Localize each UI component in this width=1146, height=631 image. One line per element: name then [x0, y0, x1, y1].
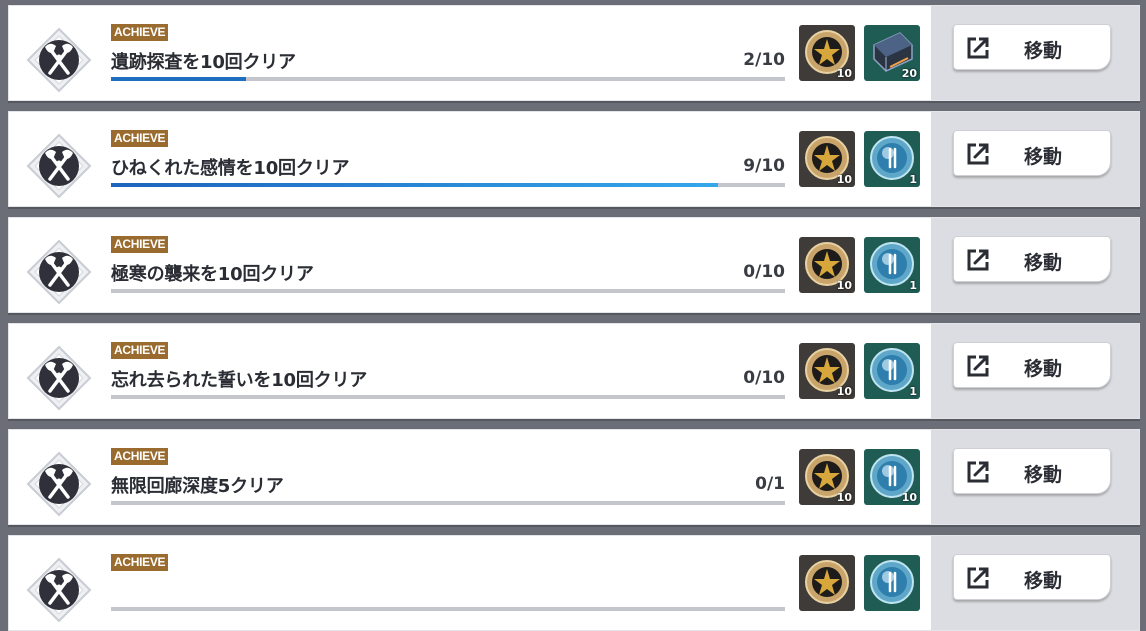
progress-count: 2/10 — [743, 50, 785, 70]
move-button[interactable]: 移動 — [953, 24, 1111, 70]
achieve-tag: ACHIEVE — [111, 236, 169, 253]
move-button[interactable]: 移動 — [953, 448, 1111, 494]
reward-quantity: 10 — [836, 173, 852, 186]
move-button-label: 移動 — [1024, 252, 1063, 274]
reward-quantity: 10 — [836, 67, 852, 80]
crossed-axes-icon — [26, 133, 92, 199]
reward-item[interactable]: 10 — [799, 449, 855, 505]
crossed-axes-icon — [26, 345, 92, 411]
external-link-icon — [967, 567, 989, 589]
achievement-info: ACHIEVE 忘れ去られた誓いを10回クリア 0/10 10 1 — [13, 328, 933, 416]
achievement-info: ACHIEVE — [13, 540, 933, 628]
achievement-row: ACHIEVE 遺跡探査を10回クリア 2/10 10 20 移動 — [8, 5, 1140, 101]
achievement-row: ACHIEVE 移動 — [8, 535, 1140, 631]
reward-item[interactable]: 10 — [799, 131, 855, 187]
external-link-icon — [967, 143, 989, 165]
action-area: 移動 — [931, 6, 1139, 100]
progress-count: 9/10 — [743, 156, 785, 176]
achieve-tag: ACHIEVE — [111, 24, 169, 41]
reward-quantity: 10 — [836, 385, 852, 398]
crossed-axes-icon — [26, 451, 92, 517]
progress-bar — [111, 395, 785, 399]
move-button-label: 移動 — [1024, 358, 1063, 380]
reward-item[interactable]: 1 — [864, 131, 920, 187]
move-button-label: 移動 — [1024, 464, 1063, 486]
reward-quantity: 20 — [901, 67, 917, 80]
action-area: 移動 — [931, 112, 1139, 206]
reward-quantity: 10 — [836, 279, 852, 292]
gold-coin-icon — [805, 560, 849, 604]
external-link-icon — [967, 355, 989, 377]
reward-item[interactable]: 1 — [864, 343, 920, 399]
achievement-row: ACHIEVE 無限回廊深度5クリア 0/1 10 10 移動 — [8, 429, 1140, 525]
reward-item[interactable]: 10 — [799, 237, 855, 293]
external-link-icon — [967, 249, 989, 271]
achievement-title: 無限回廊深度5クリア — [111, 476, 284, 497]
reward-quantity: 1 — [909, 385, 917, 398]
move-button-label: 移動 — [1024, 570, 1063, 592]
achieve-tag: ACHIEVE — [111, 448, 169, 465]
progress-bar — [111, 501, 785, 505]
achieve-tag: ACHIEVE — [111, 554, 169, 571]
achievement-info: ACHIEVE 極寒の襲来を10回クリア 0/10 10 1 — [13, 222, 933, 310]
progress-count: 0/10 — [743, 368, 785, 388]
achieve-tag: ACHIEVE — [111, 130, 169, 147]
achievement-title: 忘れ去られた誓いを10回クリア — [111, 370, 368, 391]
progress-bar-fill — [111, 77, 246, 81]
achievement-row: ACHIEVE ひねくれた感情を10回クリア 9/10 10 1 移動 — [8, 111, 1140, 207]
reward-item[interactable]: 10 — [799, 25, 855, 81]
action-area: 移動 — [931, 324, 1139, 418]
action-area: 移動 — [931, 430, 1139, 524]
move-button[interactable]: 移動 — [953, 342, 1111, 388]
achievement-info: ACHIEVE 遺跡探査を10回クリア 2/10 10 20 — [13, 10, 933, 98]
achievement-title: ひねくれた感情を10回クリア — [111, 158, 350, 179]
action-area: 移動 — [931, 218, 1139, 312]
blue-orb-icon — [870, 560, 914, 604]
crossed-axes-icon — [26, 557, 92, 623]
achievement-row: ACHIEVE 忘れ去られた誓いを10回クリア 0/10 10 1 移動 — [8, 323, 1140, 419]
move-button[interactable]: 移動 — [953, 554, 1111, 600]
reward-quantity: 1 — [909, 279, 917, 292]
move-button[interactable]: 移動 — [953, 236, 1111, 282]
reward-quantity: 1 — [909, 173, 917, 186]
progress-bar-fill — [111, 183, 718, 187]
external-link-icon — [967, 461, 989, 483]
progress-bar — [111, 183, 785, 187]
crossed-axes-icon — [26, 239, 92, 305]
crossed-axes-icon — [26, 27, 92, 93]
external-link-icon — [967, 37, 989, 59]
reward-item[interactable]: 20 — [864, 25, 920, 81]
achievement-title: 遺跡探査を10回クリア — [111, 52, 296, 73]
progress-count: 0/10 — [743, 262, 785, 282]
move-button-label: 移動 — [1024, 146, 1063, 168]
progress-bar — [111, 289, 785, 293]
move-button-label: 移動 — [1024, 40, 1063, 62]
reward-item[interactable]: 1 — [864, 237, 920, 293]
achieve-tag: ACHIEVE — [111, 342, 169, 359]
reward-item[interactable]: 10 — [864, 449, 920, 505]
reward-item[interactable] — [799, 555, 855, 611]
reward-item[interactable] — [864, 555, 920, 611]
reward-item[interactable]: 10 — [799, 343, 855, 399]
reward-quantity: 10 — [901, 491, 917, 504]
achievement-row: ACHIEVE 極寒の襲来を10回クリア 0/10 10 1 移動 — [8, 217, 1140, 313]
progress-bar — [111, 607, 785, 611]
move-button[interactable]: 移動 — [953, 130, 1111, 176]
progress-count: 0/1 — [755, 474, 785, 494]
reward-quantity: 10 — [836, 491, 852, 504]
progress-bar — [111, 77, 785, 81]
achievement-info: ACHIEVE ひねくれた感情を10回クリア 9/10 10 1 — [13, 116, 933, 204]
action-area: 移動 — [931, 536, 1139, 630]
achievement-info: ACHIEVE 無限回廊深度5クリア 0/1 10 10 — [13, 434, 933, 522]
achievement-title: 極寒の襲来を10回クリア — [111, 264, 314, 285]
